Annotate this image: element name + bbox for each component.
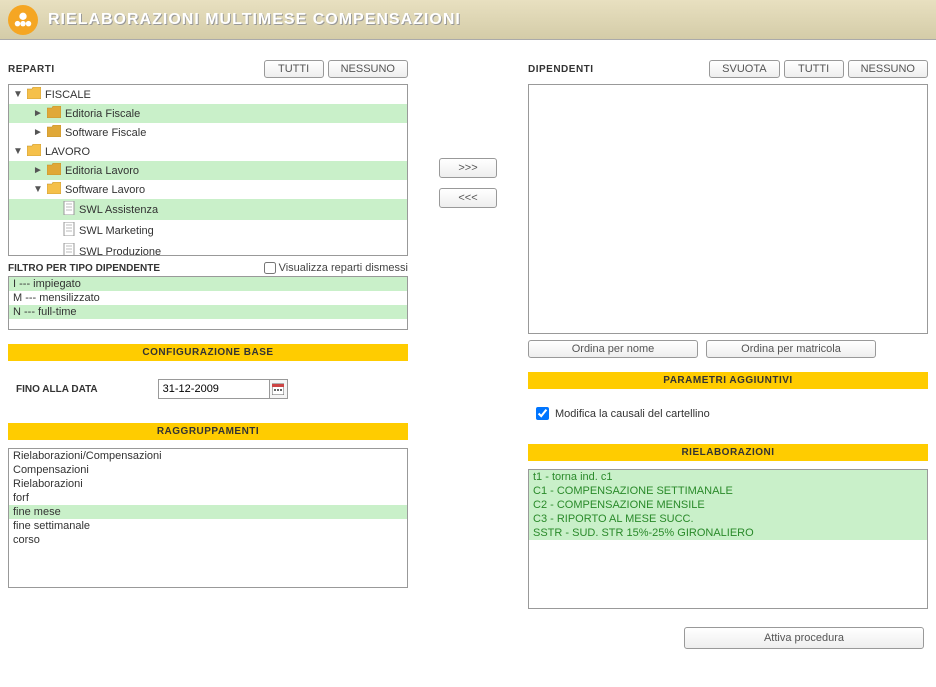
ragg-item[interactable]: Rielaborazioni	[9, 477, 407, 491]
ragg-item[interactable]: fine mese	[9, 505, 407, 519]
filtro-list[interactable]: I --- impiegatoM --- mensilizzatoN --- f…	[8, 276, 408, 330]
transfer-back-button[interactable]: <<<	[439, 188, 496, 208]
order-by-name-button[interactable]: Ordina per nome	[528, 340, 698, 358]
date-input[interactable]	[159, 381, 269, 397]
tree-node-label: FISCALE	[45, 89, 91, 101]
expand-icon[interactable]: ►	[33, 165, 43, 176]
expand-icon[interactable]: ►	[33, 127, 43, 138]
transfer-forward-button[interactable]: >>>	[439, 158, 496, 178]
expand-icon[interactable]: ▼	[33, 184, 43, 195]
dipendenti-label: DIPENDENTI	[528, 64, 594, 75]
dipendenti-list[interactable]	[528, 84, 928, 334]
tree-node[interactable]: ▼ FISCALE	[9, 85, 407, 104]
tree-node[interactable]: ► Editoria Fiscale	[9, 104, 407, 123]
filtro-item[interactable]: M --- mensilizzato	[9, 291, 407, 305]
folder-icon	[47, 106, 61, 121]
ragg-item[interactable]: Rielaborazioni/Compensazioni	[9, 449, 407, 463]
app-icon	[8, 5, 38, 35]
tree-node-label: SWL Produzione	[79, 246, 161, 257]
tree-node[interactable]: SWL Marketing	[9, 220, 407, 241]
folder-icon	[27, 144, 41, 159]
reparti-all-button[interactable]: TUTTI	[264, 60, 324, 78]
tree-node-label: Software Fiscale	[65, 127, 146, 139]
ragg-list[interactable]: Rielaborazioni/CompensazioniCompensazion…	[8, 448, 408, 588]
document-icon	[63, 243, 75, 256]
tree-node[interactable]: SWL Produzione	[9, 241, 407, 256]
riel-item[interactable]: SSTR - SUD. STR 15%-25% GIRONALIERO	[529, 526, 927, 540]
show-dismissed-label: Visualizza reparti dismessi	[279, 262, 408, 274]
riel-list[interactable]: t1 - torna ind. c1C1 - COMPENSAZIONE SET…	[528, 469, 928, 609]
tree-node[interactable]: ► Editoria Lavoro	[9, 161, 407, 180]
filtro-label: FILTRO PER TIPO DIPENDENTE	[8, 263, 160, 274]
riel-item[interactable]: C1 - COMPENSAZIONE SETTIMANALE	[529, 484, 927, 498]
dip-all-button[interactable]: TUTTI	[784, 60, 844, 78]
date-label: FINO ALLA DATA	[16, 384, 98, 395]
tree-node-label: Software Lavoro	[65, 184, 145, 196]
params-bar: PARAMETRI AGGIUNTIVI	[528, 372, 928, 389]
tree-node-label: LAVORO	[45, 146, 90, 158]
config-bar: CONFIGURAZIONE BASE	[8, 344, 408, 361]
ragg-bar: RAGGRUPPAMENTI	[8, 423, 408, 440]
riel-item[interactable]: t1 - torna ind. c1	[529, 470, 927, 484]
order-by-matricola-button[interactable]: Ordina per matricola	[706, 340, 876, 358]
riel-item[interactable]: C2 - COMPENSAZIONE MENSILE	[529, 498, 927, 512]
ragg-item[interactable]: corso	[9, 533, 407, 547]
date-field-wrap	[158, 379, 288, 399]
folder-icon	[47, 163, 61, 178]
modify-causali-label: Modifica la causali del cartellino	[555, 408, 710, 420]
folder-icon	[27, 87, 41, 102]
document-icon	[63, 201, 75, 218]
dip-empty-button[interactable]: SVUOTA	[709, 60, 779, 78]
tree-node[interactable]: SWL Assistenza	[9, 199, 407, 220]
expand-icon[interactable]: ▼	[13, 89, 23, 100]
riel-item[interactable]: C3 - RIPORTO AL MESE SUCC.	[529, 512, 927, 526]
tree-node[interactable]: ► Software Fiscale	[9, 123, 407, 142]
app-header: RIELABORAZIONI MULTIMESE COMPENSAZIONI	[0, 0, 936, 40]
tree-node-label: SWL Marketing	[79, 225, 154, 237]
folder-icon	[47, 125, 61, 140]
tree-node-label: SWL Assistenza	[79, 204, 158, 216]
calendar-icon[interactable]	[269, 380, 287, 398]
tree-node[interactable]: ▼ Software Lavoro	[9, 180, 407, 199]
ragg-item[interactable]: forf	[9, 491, 407, 505]
tree-node-label: Editoria Lavoro	[65, 165, 139, 177]
filtro-item[interactable]: I --- impiegato	[9, 277, 407, 291]
folder-icon	[47, 182, 61, 197]
tree-node[interactable]: ▼ LAVORO	[9, 142, 407, 161]
document-icon	[63, 222, 75, 239]
ragg-item[interactable]: Compensazioni	[9, 463, 407, 477]
expand-icon[interactable]: ►	[33, 108, 43, 119]
show-dismissed-row[interactable]: Visualizza reparti dismessi	[264, 262, 408, 274]
run-procedure-button[interactable]: Attiva procedura	[684, 627, 924, 649]
dip-none-button[interactable]: NESSUNO	[848, 60, 928, 78]
ragg-item[interactable]: fine settimanale	[9, 519, 407, 533]
reparti-label: REPARTI	[8, 64, 55, 75]
riel-bar: RIELABORAZIONI	[528, 444, 928, 461]
expand-icon[interactable]: ▼	[13, 146, 23, 157]
modify-causali-checkbox[interactable]	[536, 407, 549, 420]
show-dismissed-checkbox[interactable]	[264, 262, 276, 274]
filtro-item[interactable]: N --- full-time	[9, 305, 407, 319]
tree-node-label: Editoria Fiscale	[65, 108, 140, 120]
reparti-tree[interactable]: ▼FISCALE►Editoria Fiscale►Software Fisca…	[8, 84, 408, 256]
reparti-none-button[interactable]: NESSUNO	[328, 60, 408, 78]
page-title: RIELABORAZIONI MULTIMESE COMPENSAZIONI	[48, 11, 461, 29]
